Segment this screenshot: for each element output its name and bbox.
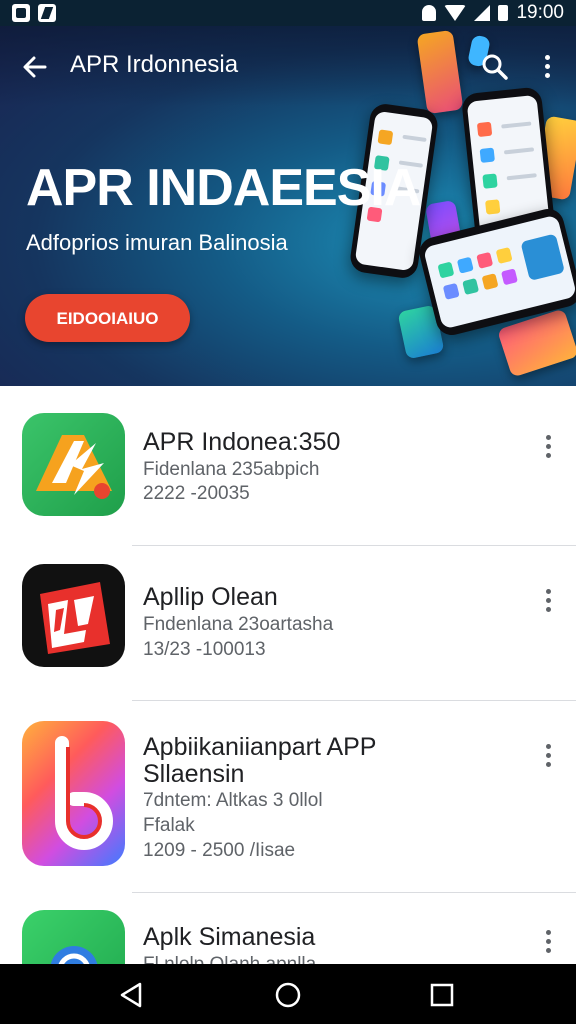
app-subtitle-continued: Ffalak [143, 815, 195, 836]
square-recents-icon [430, 983, 454, 1007]
app-meta: 1209 - 2500 /Iisae [143, 840, 296, 861]
hero-subtitle: Adfoprios imuran Balinosia [26, 230, 288, 255]
overflow-menu-button[interactable] [532, 50, 564, 84]
back-button[interactable] [18, 50, 52, 84]
app-title: Apbiikaniianpart APP [143, 733, 377, 761]
list-item[interactable]: APR Indonea:350 Fidenlana 235abpich 2222… [0, 386, 576, 546]
app-title: Aplk Simanesia [143, 923, 316, 951]
more-vert-icon [546, 744, 551, 749]
app-subtitle: Fidenlana 235abpich [143, 459, 320, 480]
notification-bell-icon [422, 5, 437, 21]
nav-recents-button[interactable] [430, 983, 454, 1007]
app-meta: 13/23 -100013 [143, 639, 266, 660]
arrow-left-icon [23, 56, 47, 78]
app-notification-icon [38, 4, 56, 22]
app-subtitle: Fndenlana 23oartasha [143, 614, 334, 635]
more-vert-icon [546, 589, 551, 594]
app-icon [22, 721, 125, 866]
system-nav-bar [0, 964, 576, 1024]
item-more-button[interactable] [536, 584, 562, 618]
app-list: APR Indonea:350 Fidenlana 235abpich 2222… [0, 386, 576, 964]
screenshot-notification-icon [12, 4, 30, 22]
battery-icon [498, 5, 509, 21]
hero-banner: APR Irdonnesia APR INDAEESIA Adfoprios i… [0, 26, 576, 386]
search-button[interactable] [478, 50, 512, 84]
app-bar: APR Irdonnesia [0, 26, 576, 106]
triangle-back-icon [120, 982, 142, 1008]
app-icon [22, 910, 125, 964]
item-more-button[interactable] [536, 739, 562, 773]
cell-signal-icon [474, 5, 491, 21]
app-icon [22, 564, 125, 667]
hero-title: APR INDAEESIA [26, 159, 421, 217]
app-icon [22, 413, 125, 516]
search-icon [482, 54, 508, 80]
app-title: APR Indonea:350 [143, 428, 341, 456]
list-item[interactable]: Apbiikaniianpart APP Sllaensin 7dntem: A… [0, 701, 576, 893]
more-vert-icon [545, 55, 550, 60]
list-item[interactable]: Aplk Simanesia Fl.nlolp.Olanh apnlla [0, 893, 576, 964]
app-meta: 2222 -20035 [143, 483, 250, 504]
clock: 19:00 [516, 2, 564, 23]
more-vert-icon [546, 930, 551, 935]
app-subtitle: 7dntem: Altkas 3 0llol [143, 790, 323, 811]
app-title: Apllip Olean [143, 583, 278, 611]
item-more-button[interactable] [536, 430, 562, 464]
nav-back-button[interactable] [116, 980, 146, 1015]
status-bar: 19:00 [0, 0, 576, 26]
app-subtitle: Fl.nlolp.Olanh apnlla [143, 953, 316, 964]
nav-home-button[interactable] [274, 981, 302, 1009]
app-title-continued: Sllaensin [143, 760, 245, 788]
more-vert-icon [546, 435, 551, 440]
item-more-button[interactable] [536, 925, 562, 959]
wifi-icon [444, 5, 467, 21]
hero-cta-button[interactable]: EIDOOIAIUO [25, 294, 190, 342]
circle-home-icon [275, 982, 301, 1008]
list-item[interactable]: Apllip Olean Fndenlana 23oartasha 13/23 … [0, 546, 576, 701]
app-bar-title: APR Irdonnesia [70, 51, 239, 78]
